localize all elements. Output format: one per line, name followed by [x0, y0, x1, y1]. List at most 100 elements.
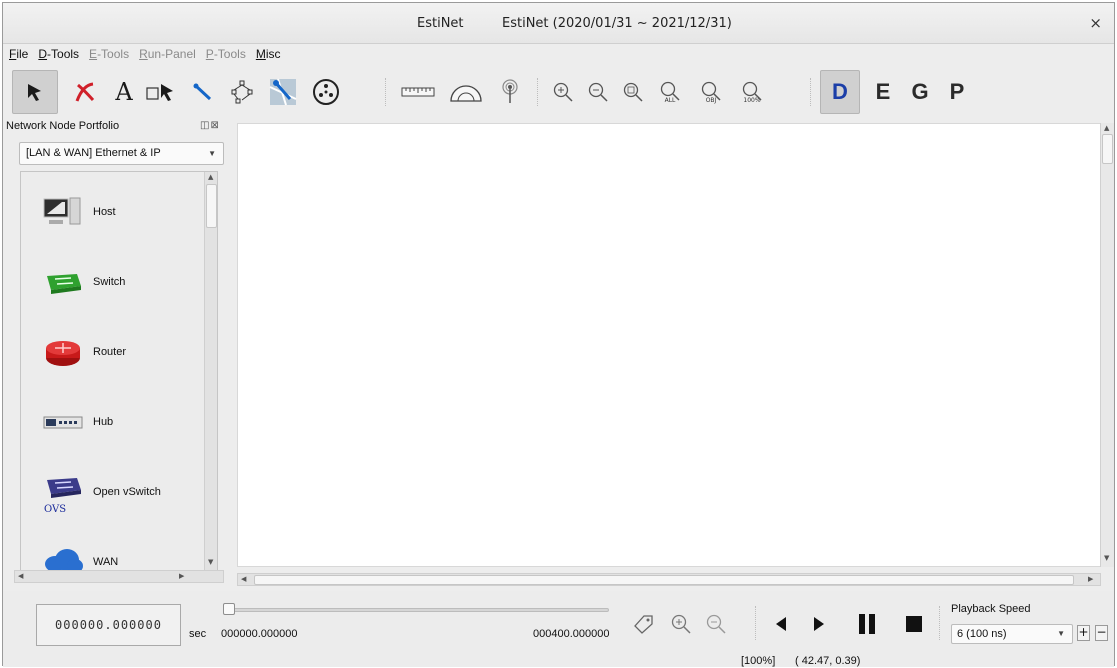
- menu-misc-label: isc: [265, 47, 281, 61]
- menu-e-tools[interactable]: E-Tools: [89, 47, 129, 67]
- mode-d-label: D: [832, 79, 848, 104]
- playback-speed-select[interactable]: 6 (100 ns) ▼: [951, 624, 1073, 644]
- time-unit-label: sec: [189, 628, 207, 640]
- scroll-up-arrow-icon[interactable]: ▲: [208, 173, 213, 181]
- toolbar-separator: [537, 78, 539, 106]
- map-icon[interactable]: [264, 70, 302, 114]
- palette-item-host[interactable]: Host: [41, 194, 116, 230]
- zoom-100-icon[interactable]: 100%: [734, 70, 770, 114]
- draw-link-icon[interactable]: [186, 70, 220, 114]
- speed-increase-button[interactable]: +: [1077, 625, 1090, 641]
- canvas-scroll-down-arrow-icon[interactable]: ▼: [1104, 554, 1109, 562]
- palette-label-router: Router: [93, 346, 127, 358]
- palette-item-switch[interactable]: Switch: [41, 264, 125, 300]
- zoom-obj-icon[interactable]: OBJ: [693, 70, 729, 114]
- router-icon: [46, 341, 80, 366]
- zoom-100-label: 100%: [743, 96, 761, 104]
- chevron-down-icon: ▼: [208, 149, 216, 158]
- speed-decrease-button[interactable]: −: [1095, 625, 1108, 641]
- status-coordinates: ( 42.47, 0.39): [795, 655, 861, 667]
- tag-icon[interactable]: [628, 606, 660, 642]
- topology-canvas[interactable]: [237, 123, 1101, 567]
- protractor-icon[interactable]: [445, 70, 487, 114]
- mode-p-label: P: [949, 79, 965, 104]
- zoom-all-label: ALL: [664, 96, 676, 104]
- node-palette: Host Switch Router Hub Open vSwitch OVS …: [20, 171, 218, 573]
- pause-icon[interactable]: [851, 606, 883, 642]
- playback-slider-track[interactable]: [223, 608, 609, 612]
- palette-item-router[interactable]: Router: [41, 334, 126, 370]
- zoom-all-icon[interactable]: ALL: [652, 70, 688, 114]
- menu-e-tools-label: -Tools: [97, 47, 130, 61]
- palette-horizontal-scrollbar[interactable]: ◀ ▶: [14, 570, 224, 583]
- playback-separator: [755, 606, 757, 640]
- canvas-scroll-left-arrow-icon[interactable]: ◀: [241, 575, 246, 583]
- palette-label-switch: Switch: [93, 276, 126, 288]
- delete-link-icon[interactable]: [67, 70, 103, 114]
- canvas-vscroll-thumb[interactable]: [1102, 134, 1113, 164]
- chevron-down-icon: ▼: [1057, 629, 1065, 638]
- playback-slider-handle[interactable]: [223, 603, 235, 615]
- menu-p-tools[interactable]: P-Tools: [206, 47, 246, 67]
- menu-misc-mnemonic: M: [255, 47, 266, 61]
- menu-run-panel[interactable]: Run-Panel: [139, 47, 196, 67]
- close-icon[interactable]: ×: [1089, 14, 1102, 32]
- palette-label-open-vswitch: Open vSwitch: [93, 486, 161, 498]
- mode-d-button[interactable]: D: [820, 70, 860, 114]
- playback-separator: [939, 606, 941, 640]
- menu-file-label: ile: [16, 47, 29, 61]
- menu-p-tools-label: -Tools: [213, 47, 246, 61]
- canvas-scroll-right-arrow-icon[interactable]: ▶: [1088, 575, 1093, 583]
- menu-d-tools[interactable]: D-Tools: [38, 47, 79, 67]
- host-icon: [43, 197, 81, 225]
- canvas-horizontal-scrollbar[interactable]: ◀ ▶: [237, 573, 1101, 586]
- mode-g-button[interactable]: G: [903, 70, 937, 114]
- palette-item-hub[interactable]: Hub: [41, 404, 113, 440]
- canvas-vertical-scrollbar[interactable]: ▲ ▼: [1100, 123, 1114, 567]
- canvas-scroll-up-arrow-icon[interactable]: ▲: [1104, 124, 1109, 132]
- canvas-hscroll-thumb[interactable]: [254, 575, 1074, 585]
- app-name: EstiNet: [417, 16, 464, 31]
- play-icon[interactable]: [804, 606, 834, 642]
- node-group-icon[interactable]: [306, 70, 346, 114]
- rectangle-select-icon[interactable]: [142, 70, 182, 114]
- menu-misc[interactable]: Misc: [256, 47, 281, 67]
- scroll-down-arrow-icon[interactable]: ▼: [208, 558, 213, 566]
- palette-vertical-scrollbar[interactable]: ▲ ▼: [204, 172, 217, 570]
- zoom-in-icon[interactable]: [547, 70, 579, 114]
- palette-label-hub: Hub: [93, 416, 114, 428]
- end-time-label: 000400.000000: [533, 628, 610, 640]
- current-time-display: 000000.000000: [36, 604, 181, 646]
- playback-speed-value: 6 (100 ns): [957, 628, 1007, 640]
- text-tool-icon[interactable]: A: [107, 70, 141, 114]
- palette-label-host: Host: [93, 206, 116, 218]
- switch-icon: [47, 274, 81, 294]
- menu-p-tools-mnemonic: P: [205, 47, 214, 61]
- start-time-label: 000000.000000: [221, 628, 298, 640]
- step-back-icon[interactable]: [766, 606, 796, 642]
- toolbar: A ALL OBJ 100% D E G P: [3, 70, 1114, 116]
- timeline-zoom-in-icon[interactable]: [665, 606, 697, 642]
- select-arrow-icon[interactable]: [12, 70, 58, 114]
- app-window: EstiNet EstiNet (2020/01/31 ~ 2021/12/31…: [2, 2, 1115, 667]
- panel-float-close-icons[interactable]: ◫⊠: [200, 120, 220, 131]
- window-title: EstiNet (2020/01/31 ~ 2021/12/31): [502, 16, 732, 31]
- mode-e-button[interactable]: E: [866, 70, 900, 114]
- auto-layout-icon[interactable]: [224, 70, 260, 114]
- category-select[interactable]: [LAN & WAN] Ethernet & IP ▼: [19, 142, 224, 165]
- mode-p-button[interactable]: P: [940, 70, 974, 114]
- stop-icon[interactable]: [898, 606, 930, 642]
- palette-scroll-thumb[interactable]: [206, 184, 217, 228]
- ovs-badge: OVS: [44, 504, 67, 515]
- menu-file[interactable]: File: [9, 47, 28, 67]
- scroll-right-arrow-icon[interactable]: ▶: [179, 572, 184, 580]
- zoom-obj-label: OBJ: [705, 96, 717, 104]
- ruler-icon[interactable]: [397, 70, 439, 114]
- scroll-left-arrow-icon[interactable]: ◀: [18, 572, 23, 580]
- antenna-icon[interactable]: [493, 70, 527, 114]
- timeline-zoom-out-icon[interactable]: [700, 606, 732, 642]
- zoom-fit-icon[interactable]: [617, 70, 649, 114]
- zoom-out-icon[interactable]: [582, 70, 614, 114]
- menu-run-panel-label: un-Panel: [147, 47, 196, 61]
- menu-e-tools-mnemonic: E: [89, 47, 98, 61]
